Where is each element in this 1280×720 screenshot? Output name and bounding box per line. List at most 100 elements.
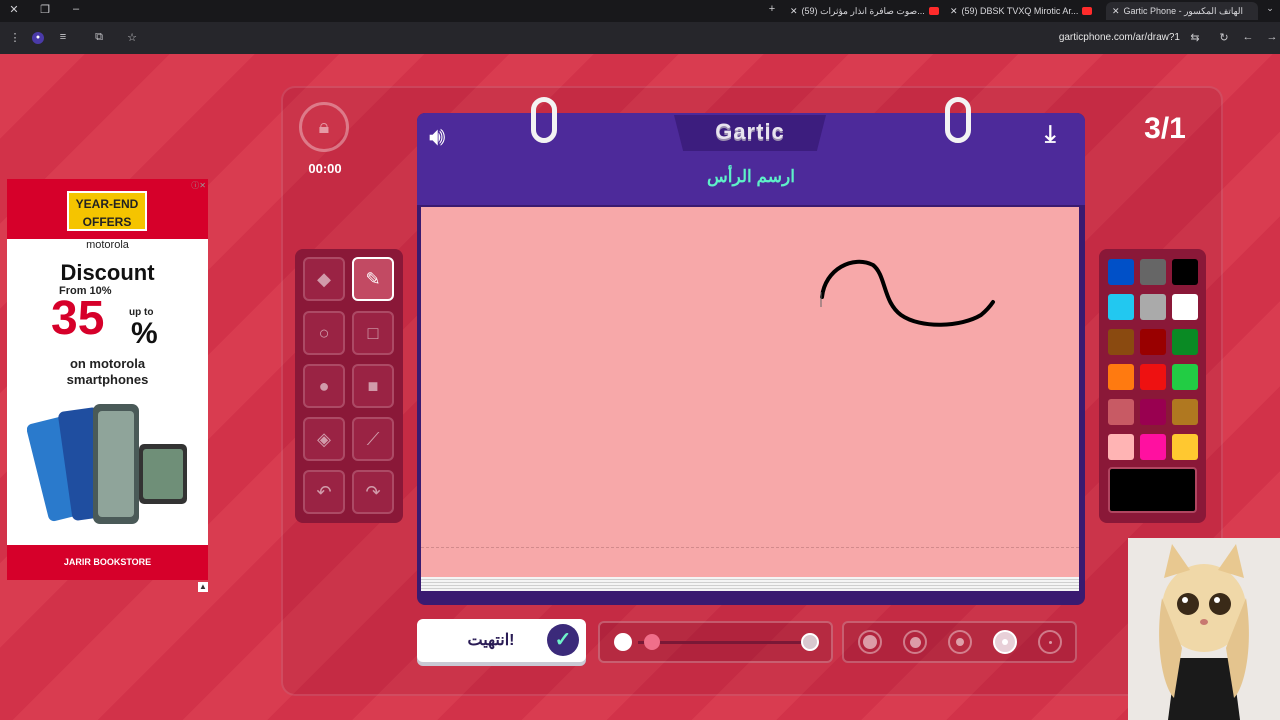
phones-image <box>27 404 187 524</box>
color-swatch[interactable] <box>1172 259 1198 285</box>
ad-badge: YEAR-END OFFERS <box>67 191 147 231</box>
gartic-logo: Gartic <box>715 119 785 144</box>
rectangle-outline-tool-button[interactable]: □ <box>352 311 394 355</box>
brush-size-3[interactable] <box>948 630 972 654</box>
circle-outline-icon: ○ <box>318 322 330 343</box>
brush-size-5[interactable] <box>1038 630 1062 654</box>
canvas-guide-line <box>421 547 1079 548</box>
tab-title: (59) DBSK TVXQ Mirotic Ar... <box>961 6 1079 16</box>
volume-icon[interactable]: 🔊︎ <box>429 121 445 153</box>
undo-button[interactable]: ↶ <box>303 470 345 514</box>
color-swatch[interactable] <box>1108 329 1134 355</box>
ad-close-icon[interactable]: ⓘ✕ <box>191 180 206 191</box>
profile-avatar[interactable]: ● <box>32 32 44 44</box>
youtube-icon <box>928 7 939 15</box>
minimize-window-icon[interactable]: – <box>68 3 84 15</box>
tab-dbsk-video[interactable]: ✕ (59) DBSK TVXQ Mirotic Ar... <box>950 2 1100 20</box>
color-swatch[interactable] <box>1140 329 1166 355</box>
line-tool-button[interactable]: ⟋ <box>352 417 394 461</box>
notebook-pages <box>421 577 1079 591</box>
color-swatch[interactable] <box>1108 294 1134 320</box>
forward-icon[interactable]: ← <box>1241 31 1255 43</box>
color-swatch[interactable] <box>1172 294 1198 320</box>
done-button[interactable]: انتهيت! ✓ <box>417 619 586 662</box>
back-icon[interactable]: → <box>1265 31 1279 43</box>
tab-title: Gartic Phone - الهاتف المكسور <box>1123 5 1243 16</box>
close-window-icon[interactable]: ✕ <box>6 3 22 16</box>
cat-video-image <box>1128 538 1280 720</box>
reading-list-icon[interactable]: ≡ <box>56 31 70 43</box>
color-swatch[interactable] <box>1172 399 1198 425</box>
opacity-slider-handle[interactable] <box>801 633 819 651</box>
color-swatch[interactable] <box>1108 434 1134 460</box>
close-tab-icon[interactable]: ✕ <box>950 6 958 17</box>
paint-bucket-icon: ◈ <box>317 428 331 449</box>
brush-size-picker <box>842 621 1077 663</box>
eraser-tool-button[interactable]: ◆ <box>303 257 345 301</box>
fill-tool-button[interactable]: ◈ <box>303 417 345 461</box>
close-tab-icon[interactable]: ✕ <box>790 6 798 17</box>
opacity-control <box>598 621 833 663</box>
eraser-icon: ◆ <box>317 268 331 289</box>
color-swatch[interactable] <box>1140 259 1166 285</box>
color-swatch[interactable] <box>1140 294 1166 320</box>
drawing-canvas[interactable] <box>421 207 1079 577</box>
color-swatch[interactable] <box>1172 329 1198 355</box>
color-swatch[interactable] <box>1140 399 1166 425</box>
tab-gartic-phone[interactable]: ✕ Gartic Phone - الهاتف المكسور <box>1106 2 1258 20</box>
advertisement[interactable]: YEAR-END OFFERS ⓘ✕ motorola Discount Fro… <box>7 179 208 580</box>
color-swatch[interactable] <box>1140 434 1166 460</box>
board-header: Gartic 🔊︎ ⤓ ارسم الرأس <box>417 97 1085 205</box>
ad-line-1: on motorola <box>69 356 146 371</box>
ad-percent-sign: % <box>131 317 158 350</box>
ad-line-2: smartphones <box>66 372 149 387</box>
close-tab-icon[interactable]: ✕ <box>1112 6 1120 17</box>
new-tab-button[interactable]: + <box>764 3 780 15</box>
color-swatch[interactable] <box>1108 259 1134 285</box>
opacity-track[interactable] <box>638 641 808 644</box>
color-swatch[interactable] <box>1172 364 1198 390</box>
redo-button[interactable]: ↷ <box>352 470 394 514</box>
extensions-icon[interactable]: ⧉ <box>92 31 106 44</box>
drawing-prompt: ارسم الرأس <box>707 167 795 186</box>
pencil-icon: ✎ <box>365 268 381 289</box>
color-swatch[interactable] <box>1172 434 1198 460</box>
site-settings-icon[interactable]: ⇆ <box>1188 31 1202 44</box>
restore-window-icon[interactable]: ❐ <box>37 3 53 16</box>
menu-dots-icon[interactable]: ⋮ <box>8 31 22 44</box>
undo-icon: ↶ <box>316 481 332 502</box>
reload-icon[interactable]: ↻ <box>1217 31 1231 44</box>
timer: 00:00 <box>308 161 342 176</box>
tool-panel: ◆ ✎ ○ □ ● ■ ◈ ⟋ ↶ ↷ <box>295 249 403 523</box>
ellipse-outline-tool-button[interactable]: ○ <box>303 311 345 355</box>
tab-siren-sound[interactable]: ✕ (59) صوت صافرة انذار مؤثرات... <box>790 2 940 20</box>
color-swatch[interactable] <box>1108 364 1134 390</box>
url-text[interactable]: garticphone.com/ar/draw?1 <box>1059 32 1180 43</box>
brush-size-4[interactable] <box>993 630 1017 654</box>
ellipse-filled-tool-button[interactable]: ● <box>303 364 345 408</box>
circle-filled-icon: ● <box>318 375 330 396</box>
opacity-low-icon <box>614 633 632 651</box>
brush-size-2[interactable] <box>903 630 927 654</box>
bookmark-star-icon[interactable]: ☆ <box>125 31 139 44</box>
color-palette <box>1099 249 1206 523</box>
download-icon[interactable]: ⤓ <box>1045 121 1056 149</box>
round-counter: 3/1 <box>1144 112 1186 145</box>
check-icon: ✓ <box>547 624 579 656</box>
ad-choices-icon[interactable]: ▲ <box>198 582 208 592</box>
binder-ring <box>945 97 971 143</box>
binder-ring <box>531 97 557 143</box>
color-swatch[interactable] <box>1108 399 1134 425</box>
rectangle-filled-tool-button[interactable]: ■ <box>352 364 394 408</box>
ad-footer: JARIR BOOKSTORE <box>7 545 208 580</box>
square-outline-icon: □ <box>367 322 379 343</box>
color-swatch[interactable] <box>1140 364 1166 390</box>
pencil-tool-button[interactable]: ✎ <box>352 257 394 301</box>
ad-percent-value: 35 <box>51 292 105 345</box>
line-tool-icon: ⟋ <box>366 428 380 449</box>
webcam-overlay <box>1128 538 1280 720</box>
done-label: انتهيت! <box>467 632 515 649</box>
brush-size-1[interactable] <box>858 630 882 654</box>
tab-title: (59) صوت صافرة انذار مؤثرات... <box>801 5 925 16</box>
tab-search-icon[interactable]: ⌄ <box>1262 3 1278 14</box>
